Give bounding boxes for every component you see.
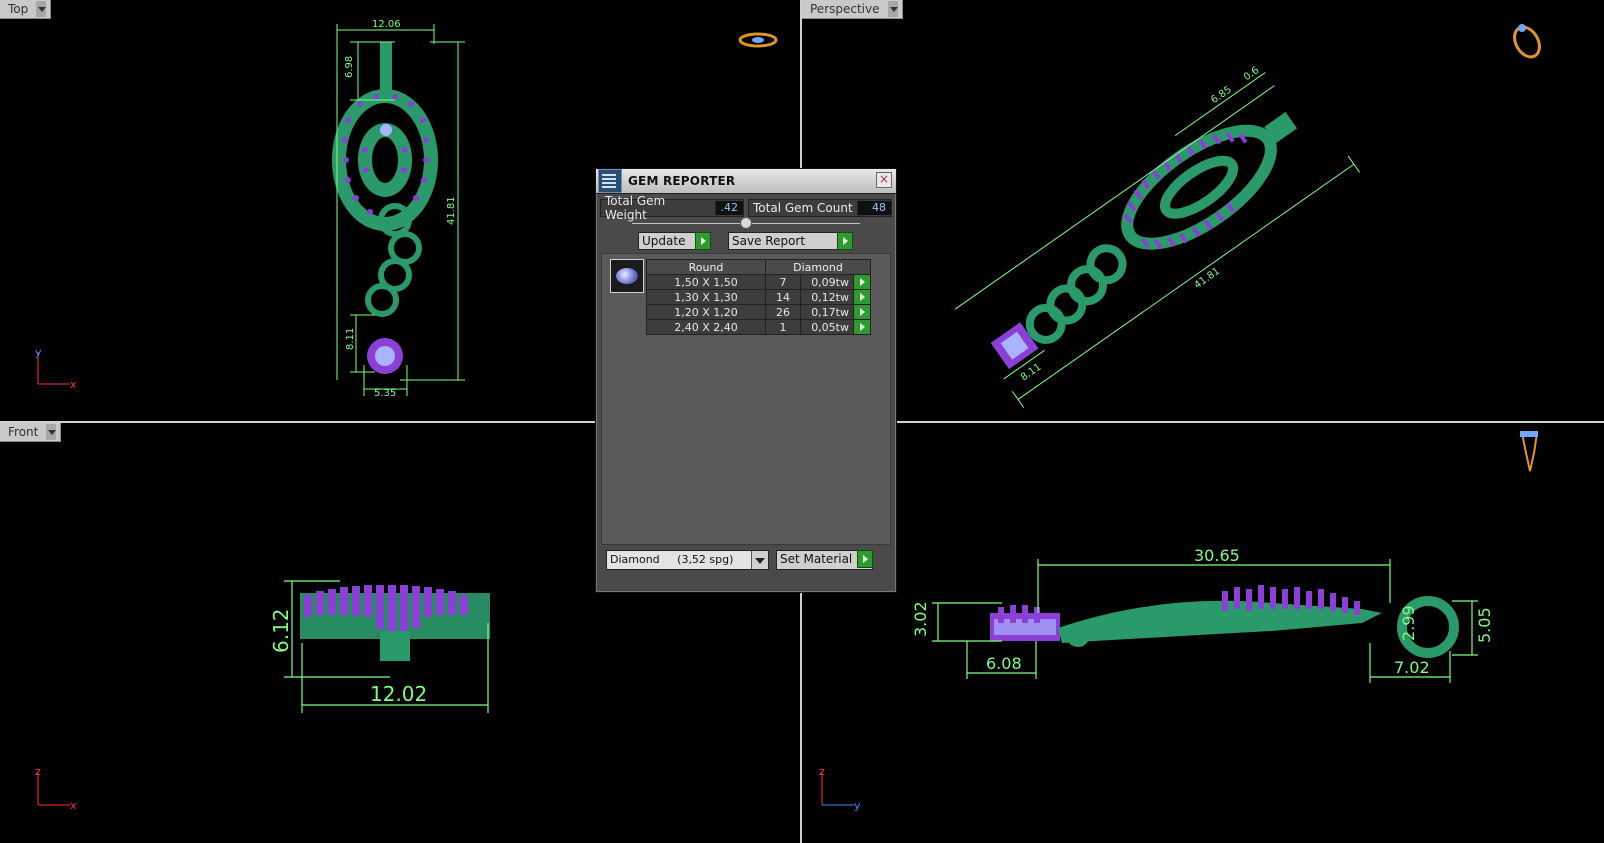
axis-y-label: y bbox=[35, 346, 42, 359]
axis-x-label: x bbox=[70, 799, 77, 812]
viewport-side[interactable]: 30.65 3.02 6.08 2.99 5.05 7.02 z y bbox=[802, 423, 1604, 843]
set-material-button[interactable]: Set Material bbox=[776, 550, 873, 570]
axis-indicator: y x bbox=[34, 346, 84, 396]
save-report-button-label: Save Report bbox=[732, 234, 806, 248]
collapse-toggle-icon[interactable] bbox=[740, 217, 752, 229]
gem-reporter-dialog[interactable]: GEM REPORTER × Total Gem Weight .42 Tota… bbox=[595, 168, 897, 593]
update-button-label: Update bbox=[642, 234, 686, 248]
play-arrow-icon bbox=[857, 550, 873, 568]
axis-x-label: x bbox=[70, 378, 77, 391]
dim-label: 3.02 bbox=[911, 601, 930, 637]
gem-weight: 0,05tw bbox=[800, 319, 854, 335]
close-icon[interactable]: × bbox=[876, 172, 892, 188]
gem-list-panel: Round Diamond 1,50 X 1,50 7 0,09tw 1,30 … bbox=[601, 253, 891, 545]
dim-label: 8.11 bbox=[1019, 362, 1044, 384]
total-gem-weight-label: Total Gem Weight bbox=[605, 194, 666, 222]
total-gem-weight-value: .42 bbox=[714, 201, 743, 215]
chevron-down-icon[interactable] bbox=[751, 551, 768, 569]
side-view-model: 30.65 3.02 6.08 2.99 5.05 7.02 bbox=[911, 431, 1539, 683]
dim-label: 7.02 bbox=[1394, 658, 1430, 677]
update-button[interactable]: Update bbox=[638, 232, 711, 250]
table-row[interactable]: 2,40 X 2,40 1 0,05tw bbox=[646, 319, 871, 335]
axis-y-label: y bbox=[854, 799, 861, 812]
gem-size: 2,40 X 2,40 bbox=[646, 319, 766, 335]
dim-label: 5.35 bbox=[374, 388, 396, 399]
table-row[interactable]: 1,20 X 1,20 26 0,17tw bbox=[646, 304, 871, 320]
table-header-shape: Round bbox=[646, 259, 766, 275]
axis-indicator: z x bbox=[34, 767, 84, 817]
gem-weight: 0,17tw bbox=[800, 304, 854, 320]
dim-label: 2.99 bbox=[1399, 605, 1418, 641]
ring-icon bbox=[1513, 25, 1541, 59]
set-material-button-label: Set Material bbox=[780, 552, 853, 566]
axis-z-label: z bbox=[35, 767, 41, 778]
dim-label: 6.12 bbox=[269, 608, 293, 653]
perspective-view-model: 41.81 6.85 8.11 0.6 bbox=[954, 24, 1541, 408]
gem-reporter-titlebar[interactable]: GEM REPORTER × bbox=[596, 169, 896, 194]
gem-weight: 0,12tw bbox=[800, 289, 854, 305]
dim-label: 41.81 bbox=[446, 196, 457, 225]
dim-label: 0.6 bbox=[1242, 65, 1261, 83]
gem-count: 1 bbox=[765, 319, 801, 335]
dim-label: 12.06 bbox=[372, 19, 401, 30]
total-gem-count: Total Gem Count 48 bbox=[748, 199, 892, 217]
gem-count: 7 bbox=[765, 274, 801, 290]
table-row[interactable]: 1,30 X 1,30 14 0,12tw bbox=[646, 289, 871, 305]
play-arrow-icon bbox=[837, 232, 853, 250]
gem-count: 26 bbox=[765, 304, 801, 320]
material-select[interactable]: Diamond (3,52 spg) bbox=[606, 550, 769, 570]
gem-reporter-title: GEM REPORTER bbox=[628, 174, 736, 188]
gem-count: 14 bbox=[765, 289, 801, 305]
dim-label: 30.65 bbox=[1194, 546, 1240, 565]
dim-label: 6.08 bbox=[986, 654, 1022, 673]
gem-size: 1,30 X 1,30 bbox=[646, 289, 766, 305]
total-gem-count-label: Total Gem Count bbox=[753, 201, 853, 215]
gem-reporter-logo-icon bbox=[598, 169, 622, 193]
dim-label: 12.02 bbox=[370, 682, 427, 706]
gem-weight: 0,09tw bbox=[800, 274, 854, 290]
material-select-value: Diamond (3,52 spg) bbox=[610, 553, 734, 566]
gem-size: 1,20 X 1,20 bbox=[646, 304, 766, 320]
select-arrow-icon[interactable] bbox=[853, 289, 871, 305]
select-arrow-icon[interactable] bbox=[853, 319, 871, 335]
viewport-perspective[interactable]: Perspective 41.81 6.85 8.11 0.6 bbox=[802, 0, 1604, 421]
dim-label: 5.05 bbox=[1475, 607, 1494, 643]
pendant-icon bbox=[1520, 432, 1539, 472]
total-gem-count-value: 48 bbox=[856, 201, 891, 215]
axis-indicator: z y bbox=[818, 767, 868, 817]
dim-label: 6.98 bbox=[344, 56, 355, 78]
save-report-button[interactable]: Save Report bbox=[728, 232, 853, 250]
round-gem-shape-icon[interactable] bbox=[610, 259, 644, 293]
table-header-material: Diamond bbox=[765, 259, 871, 275]
table-row[interactable]: 1,50 X 1,50 7 0,09tw bbox=[646, 274, 871, 290]
total-gem-weight: Total Gem Weight .42 bbox=[600, 194, 744, 222]
select-arrow-icon[interactable] bbox=[853, 274, 871, 290]
select-arrow-icon[interactable] bbox=[853, 304, 871, 320]
dim-label: 41.81 bbox=[1192, 266, 1222, 291]
dim-label: 8.11 bbox=[345, 328, 356, 350]
gem-size: 1,50 X 1,50 bbox=[646, 274, 766, 290]
axis-z-label: z bbox=[819, 767, 825, 778]
play-arrow-icon bbox=[695, 232, 711, 250]
gem-table: Round Diamond 1,50 X 1,50 7 0,09tw 1,30 … bbox=[646, 259, 871, 335]
